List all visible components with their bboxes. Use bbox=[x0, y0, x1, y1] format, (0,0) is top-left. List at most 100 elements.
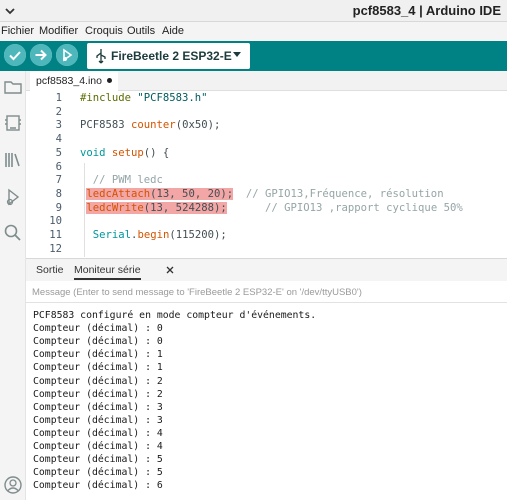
account-icon[interactable] bbox=[3, 475, 23, 495]
board-selector[interactable]: FireBeetle 2 ESP32-E bbox=[87, 43, 250, 69]
unsaved-dot-icon bbox=[106, 78, 112, 83]
code-token: "PCF8583.h" bbox=[137, 92, 208, 104]
code-token: () { bbox=[143, 146, 170, 159]
editor-tabs: pcf8583_4.ino bbox=[26, 71, 507, 91]
code-line: 10 bbox=[26, 215, 507, 229]
code-token: (13, 50, 20); bbox=[150, 187, 234, 200]
verify-icon bbox=[4, 44, 26, 66]
code-line: 12 bbox=[26, 243, 507, 257]
code-token: // PWM ledc bbox=[80, 174, 163, 187]
menu-croquis[interactable]: Croquis bbox=[85, 25, 123, 37]
message-bar bbox=[26, 281, 507, 303]
serial-line: Compteur (décimal) : 0 bbox=[33, 336, 163, 348]
line-number: 7 bbox=[55, 174, 62, 187]
code-line: 6 bbox=[26, 161, 507, 175]
serial-output: PCF8583 configuré en mode compteur d'évé… bbox=[26, 303, 507, 500]
code-token: Serial bbox=[92, 229, 132, 241]
code-token: setup bbox=[111, 146, 144, 159]
line-number: 11 bbox=[49, 229, 62, 241]
caret-down-icon bbox=[233, 52, 241, 57]
serial-line: Compteur (décimal) : 0 bbox=[33, 323, 163, 335]
code-line: 3 PCF8583 counter(0x50); bbox=[26, 119, 507, 133]
code-line: 11 Serial.begin(115200); bbox=[26, 229, 507, 243]
line-number: 6 bbox=[55, 160, 62, 173]
title-bar: pcf8583_4 | Arduino IDE bbox=[0, 0, 507, 22]
code-token: // GPIO13,Fréquence, résolution bbox=[233, 187, 444, 200]
code-token: #include bbox=[80, 92, 138, 104]
code-token: counter bbox=[131, 119, 176, 132]
code-token: begin bbox=[137, 229, 170, 241]
debug-icon bbox=[56, 44, 78, 66]
line-number: 12 bbox=[49, 242, 62, 255]
upload-icon bbox=[30, 44, 52, 66]
serial-line: Compteur (décimal) : 4 bbox=[33, 427, 163, 439]
code-token: (13, 524288); bbox=[143, 201, 227, 214]
menu-fichier[interactable]: Fichier bbox=[1, 25, 34, 37]
usb-icon bbox=[96, 49, 106, 64]
line-code: // PWM ledc bbox=[80, 174, 163, 186]
search-icon[interactable] bbox=[3, 223, 23, 243]
debug-icon[interactable] bbox=[3, 187, 23, 207]
menu-outils[interactable]: Outils bbox=[127, 25, 155, 37]
line-number: 3 bbox=[55, 119, 62, 132]
serial-line: Compteur (décimal) : 3 bbox=[33, 401, 163, 413]
serial-line: Compteur (décimal) : 2 bbox=[33, 388, 163, 400]
line-number: 10 bbox=[49, 215, 62, 228]
folder-icon[interactable] bbox=[3, 77, 23, 97]
menu-aide[interactable]: Aide bbox=[162, 25, 184, 37]
line-number: 2 bbox=[55, 105, 62, 118]
line-code: Serial.begin(115200); bbox=[80, 229, 227, 241]
code-token: PCF8583 bbox=[80, 119, 132, 132]
line-code: #include "PCF8583.h" bbox=[80, 92, 208, 104]
file-tab[interactable]: pcf8583_4.ino bbox=[30, 71, 118, 91]
code-line: 1 #include "PCF8583.h" bbox=[26, 92, 507, 106]
code-token: void bbox=[80, 146, 112, 159]
panel-tabs: Sortie Moniteur série bbox=[26, 258, 507, 281]
activity-sidebar bbox=[0, 71, 26, 500]
code-line: 7 // PWM ledc bbox=[26, 174, 507, 188]
line-number: 9 bbox=[55, 201, 62, 214]
file-tab-label: pcf8583_4.ino bbox=[36, 75, 102, 87]
line-code: PCF8583 counter(0x50); bbox=[80, 119, 220, 131]
serial-line: PCF8583 configuré en mode compteur d'évé… bbox=[33, 310, 317, 321]
verify-button[interactable] bbox=[4, 44, 26, 66]
line-number: 8 bbox=[55, 187, 62, 200]
code-token: // GPIO13 ,rapport cyclique 50% bbox=[226, 201, 463, 214]
serial-line: Compteur (décimal) : 3 bbox=[33, 414, 163, 426]
code-token: (0x50); bbox=[175, 119, 221, 132]
tab-output[interactable]: Sortie bbox=[36, 264, 63, 276]
serial-line: Compteur (décimal) : 4 bbox=[33, 441, 163, 452]
line-code: ledcWrite(13, 524288); // GPIO13 ,rappor… bbox=[80, 201, 463, 214]
serial-line: Compteur (décimal) : 5 bbox=[33, 467, 163, 479]
code-line: 2 bbox=[26, 106, 507, 120]
toolbar: FireBeetle 2 ESP32-E bbox=[0, 41, 507, 71]
line-number: 4 bbox=[55, 133, 62, 146]
code-line: 4 bbox=[26, 133, 507, 147]
library-icon[interactable] bbox=[3, 150, 23, 170]
close-icon[interactable] bbox=[166, 266, 174, 274]
debug-button[interactable] bbox=[56, 44, 78, 66]
serial-line: Compteur (décimal) : 5 bbox=[33, 454, 163, 466]
serial-line: Compteur (décimal) : 1 bbox=[33, 362, 163, 374]
serial-line: Compteur (décimal) : 2 bbox=[33, 375, 163, 387]
board-manager-icon[interactable] bbox=[3, 113, 23, 133]
board-name: FireBeetle 2 ESP32-E bbox=[111, 49, 232, 63]
menu-modifier[interactable]: Modifier bbox=[39, 25, 78, 37]
code-line: 8 ledcAttach(13, 50, 20); // GPIO13,Fréq… bbox=[26, 187, 507, 202]
serial-line: Compteur (décimal) : 1 bbox=[33, 349, 163, 361]
menu-bar: Fichier Modifier Croquis Outils Aide bbox=[0, 22, 507, 41]
window-title: pcf8583_4 | Arduino IDE bbox=[352, 3, 501, 18]
line-number: 1 bbox=[55, 92, 62, 104]
code-line: 9 ledcWrite(13, 524288); // GPIO13 ,rapp… bbox=[26, 201, 507, 216]
code-token: ledcAttach bbox=[86, 187, 151, 200]
tab-serial-monitor[interactable]: Moniteur série bbox=[74, 264, 141, 280]
code-editor[interactable]: 1 #include "PCF8583.h" 2 3 PCF8583 counter(0… bbox=[26, 91, 507, 257]
message-input[interactable] bbox=[32, 285, 492, 300]
line-code: void setup() { bbox=[80, 147, 169, 159]
upload-button[interactable] bbox=[30, 44, 52, 66]
code-token: (115200); bbox=[169, 229, 227, 241]
code-line: 5 void setup() { bbox=[26, 147, 507, 161]
chevron-down-icon[interactable] bbox=[3, 4, 17, 18]
line-number: 5 bbox=[55, 146, 62, 159]
